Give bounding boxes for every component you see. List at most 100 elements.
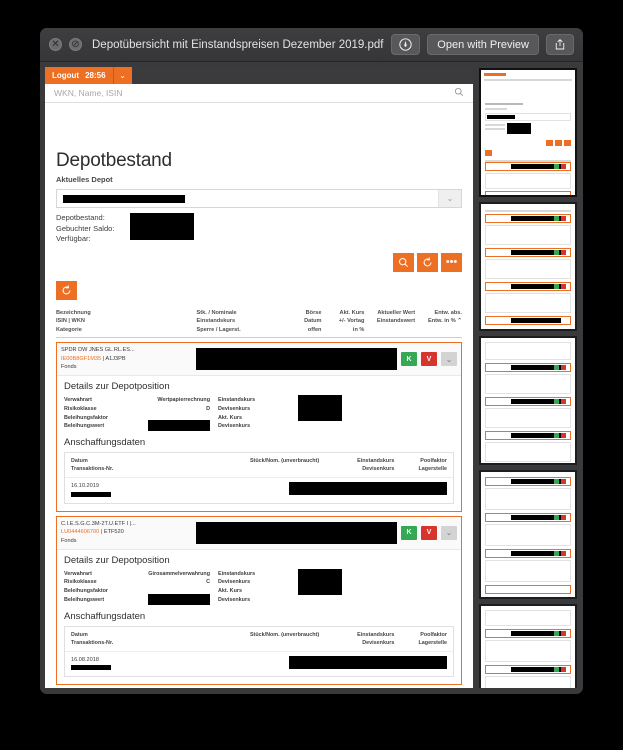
thumbnail-sidebar[interactable] [479, 67, 577, 688]
redacted-depot-value [63, 194, 185, 203]
sell-button[interactable]: V [421, 352, 437, 367]
col-offen: offen [307, 326, 322, 333]
balance-label-depotbestand: Depotbestand: [56, 213, 105, 222]
acquisition-table: Datum Transaktions-Nr. Stück/Nom. (unver… [64, 625, 454, 678]
position-details: Details zur Depotposition Verwahrart Ris… [57, 376, 461, 511]
refresh-icon[interactable] [56, 280, 77, 300]
open-with-preview-button[interactable]: Open with Preview [427, 34, 539, 55]
chevron-down-icon[interactable]: ⌄ [438, 190, 461, 207]
position-name: SPDR DW JNES GL.RL.ES... [61, 347, 135, 354]
value-verwahrart: Wertpapierrechnung [157, 397, 210, 404]
details-title: Details zur Depotposition [64, 381, 170, 393]
chevron-down-icon[interactable]: ⌄ [441, 525, 457, 540]
position-header[interactable]: C.I.E.S.G.C.3M-2T.U.ETF I |... LU0444606… [57, 516, 461, 550]
redacted-position-values [195, 521, 397, 544]
acq-col-devisenkurs: Devisenkurs [362, 639, 395, 646]
redacted-beleihung-values [148, 420, 210, 432]
sell-button[interactable]: V [421, 525, 437, 540]
acquisition-table: Datum Transaktions-Nr. Stück/Nom. (unver… [64, 452, 454, 504]
redacted-beleihung-values [148, 593, 210, 605]
redacted-transaction-nr [71, 665, 111, 671]
depot-select[interactable]: ⌄ [56, 189, 462, 208]
pdf-page-1: Depotbestand Aktuelles Depot ⌄ Depotbest… [45, 150, 473, 688]
chevron-down-icon[interactable]: ⌄ [441, 352, 457, 367]
details-title: Details zur Depotposition [64, 554, 170, 566]
position-header[interactable]: SPDR DW JNES GL.RL.ES... IE00B8GF1M35 | … [57, 343, 461, 377]
logout-button[interactable]: Logout 28:56 [45, 67, 113, 84]
label-risikoklasse: Risikoklasse [64, 405, 97, 412]
col-vortag: +/- Vortag [338, 318, 365, 325]
acq-col-stueck: Stück/Nom. (unverbraucht) [249, 458, 320, 465]
window-title: Depotübersicht mit Einstandspreisen Deze… [92, 38, 384, 51]
close-icon[interactable]: ✕ [49, 38, 62, 51]
col-boerse: Börse [305, 309, 322, 316]
share-icon[interactable] [546, 34, 574, 55]
col-bezeichnung: Bezeichnung [56, 309, 91, 316]
depot-label: Aktuelles Depot [56, 175, 113, 184]
acq-col-poolfaktor: Poolfaktor [420, 631, 447, 638]
buy-button[interactable]: K [401, 352, 417, 367]
redacted-kurs-values [298, 568, 342, 595]
position-actions: ••• [56, 252, 462, 272]
col-entw-prozent: Entw. in % ⌃ [427, 318, 462, 325]
label-akt-kurs: Akt. Kurs [218, 414, 242, 421]
position-category: Fonds [61, 537, 77, 544]
label-devisenkurs: Devisenkurs [218, 579, 251, 586]
page-thumbnail-1[interactable] [479, 68, 577, 197]
col-entw-abs: Entw. abs. [434, 309, 462, 316]
acq-col-einstandskurs: Einstandskurs [357, 458, 395, 465]
position-wkn: ETF520 [103, 529, 124, 536]
quicklook-window: ✕ ⊘ Depotübersicht mit Einstandspreisen … [40, 28, 583, 694]
label-beleihungsfaktor: Beleihungsfaktor [64, 414, 109, 421]
logout-label: Logout [52, 71, 80, 80]
redacted-kurs-values [298, 395, 342, 422]
acq-col-devisenkurs: Devisenkurs [362, 466, 395, 473]
redacted-acquisition-values [289, 482, 447, 496]
search-icon[interactable] [454, 87, 464, 100]
acq-col-lagerstelle: Lagerstelle [418, 466, 447, 473]
acquisition-row: 16.10.2019 [65, 478, 453, 502]
col-stk-nominale: Stk. / Nominale [196, 309, 237, 316]
search-input[interactable] [54, 88, 454, 98]
acq-col-transaktionsnr: Transaktions-Nr. [71, 639, 114, 646]
position-isin: LU0444606700 [61, 529, 100, 536]
label-akt-kurs: Akt. Kurs [218, 588, 242, 595]
no-zoom-icon[interactable]: ⊘ [69, 38, 82, 51]
balance-label-verfuegbar: Verfügbar: [56, 234, 91, 244]
page-thumbnail-2[interactable] [479, 202, 577, 331]
page-thumbnail-5[interactable] [479, 604, 577, 688]
search-icon[interactable] [393, 252, 414, 272]
session-timer: 28:56 [85, 71, 106, 80]
position-name: C.I.E.S.G.C.3M-2T.U.ETF I |... [61, 520, 136, 527]
col-einstandskurs: Einstandskurs [196, 318, 236, 325]
col-isin-wkn: ISIN | WKN [56, 318, 85, 325]
buy-button[interactable]: K [401, 525, 417, 540]
balance-summary: Depotbestand: Gebuchter Saldo: Verfügbar… [56, 213, 462, 245]
value-risikoklasse: D [206, 405, 210, 412]
acquisition-row: 16.08.2018 [65, 652, 453, 676]
pdf-page-content[interactable]: Depotbestand Aktuelles Depot ⌄ Depotbest… [45, 103, 473, 688]
markup-icon[interactable] [391, 34, 421, 55]
refresh-icon[interactable] [417, 252, 438, 272]
page-thumbnail-4[interactable] [479, 470, 577, 599]
label-beleihungsfaktor: Beleihungsfaktor [64, 588, 109, 595]
col-datum: Datum [304, 318, 322, 325]
redacted-transaction-nr [71, 491, 111, 497]
page-thumbnail-3[interactable] [479, 336, 577, 465]
position-wkn: A1J3PB [105, 355, 126, 362]
chevron-down-icon[interactable]: ⌄ [112, 67, 132, 84]
redacted-position-values [195, 348, 397, 371]
positions-table-header: Bezeichnung ISIN | WKN Kategorie Stk. / … [56, 309, 462, 339]
position-card: C.I.E.S.G.C.3M-2T.U.ETF I |... LU0444606… [56, 515, 462, 686]
transaction-date: 16.10.2019 [71, 483, 99, 490]
col-sperre-lagerst: Sperre / Lagerst. [196, 326, 241, 333]
balance-label-gebuchter-saldo: Gebuchter Saldo: [56, 223, 115, 233]
search-bar [45, 84, 473, 103]
ellipsis-icon[interactable]: ••• [441, 252, 462, 272]
window-body: Logout 28:56 ⌄ Depotbestand [40, 62, 583, 694]
position-category: Fonds [61, 364, 77, 371]
acquisition-title: Anschaffungsdaten [64, 610, 146, 622]
page-title: Depotbestand [56, 150, 172, 171]
col-kategorie: Kategorie [56, 326, 82, 333]
position-details: Details zur Depotposition Verwahrart Ris… [57, 550, 461, 685]
